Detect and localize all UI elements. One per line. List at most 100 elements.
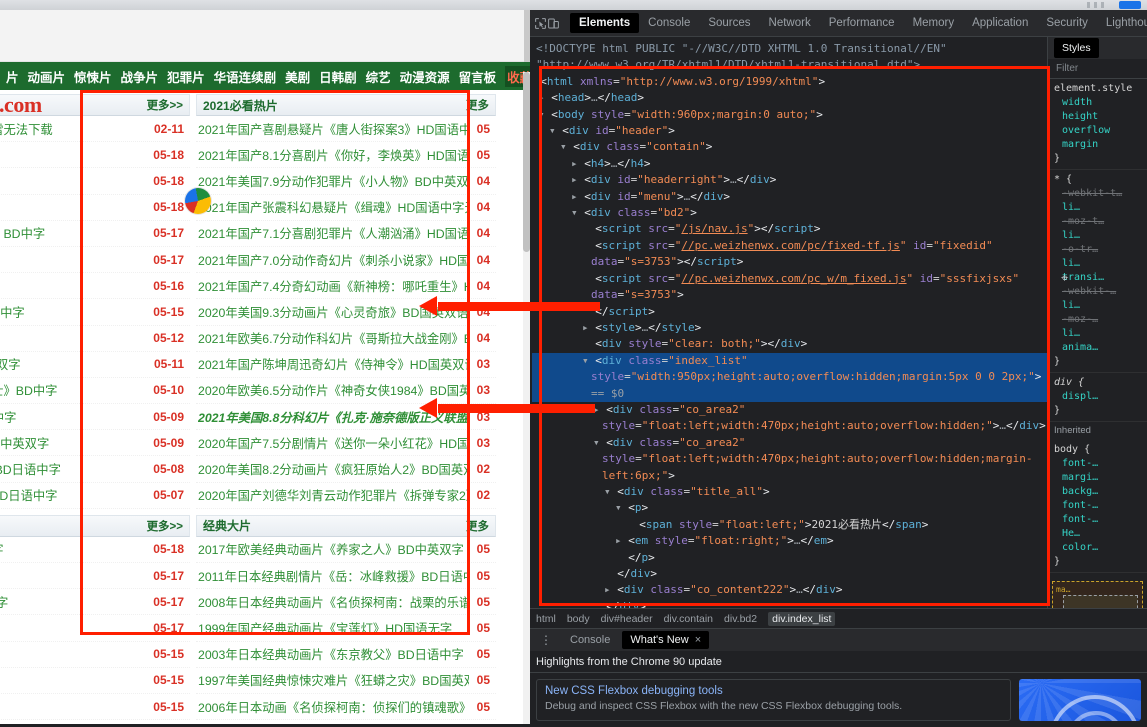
more-options-icon[interactable]: ⋮ [534,633,558,647]
list-item-title[interactable]: 2006年日本动画《名侦探柯南：侦探们的镇魂歌》BD国日粤中字 [198,698,469,716]
dom-node-line[interactable]: ▸ <h4>…</h4> [532,156,1047,172]
dom-node-line[interactable]: ▾ <p> [532,500,1047,516]
list-item[interactable]: D国英双语中字05-15 [0,299,190,325]
list-item[interactable]: 2021年美国7.9分动作犯罪片《小人物》BD中英双字04 [196,168,496,194]
list-item[interactable]: 2020年国产刘德华刘青云动作犯罪片《拆弹专家2》HD国语中字02 [196,483,496,509]
list-item-title[interactable]: 丹麦语中字 [0,540,4,558]
dom-node-line[interactable]: ▸ </script> [532,304,1047,320]
drawer-tab-what-s-new[interactable]: What's New× [622,631,709,649]
whats-new-card[interactable]: New CSS Flexbox debugging tools Debug an… [536,679,1011,721]
list-item-title[interactable]: 2021年国产8.1分喜剧片《你好，李焕英》HD国语中英双字 [198,146,469,164]
list-item-title[interactable]: 2020年欧美6.5分动作片《神奇女侠1984》BD国英双语中英双字 [198,381,469,399]
list-item-title[interactable]: 2017年欧美经典动画片《养家之人》BD中英双字 [198,540,464,558]
dom-node-line[interactable]: ▸ <span style="float:left;">2021必看热片</sp… [532,517,1047,533]
style-property[interactable]: width [1054,96,1143,110]
devtools-tab-sources[interactable]: Sources [699,13,759,33]
style-rule[interactable]: * {-webkit-t…li…-moz-t…li…-o-tr…li…trans… [1048,170,1147,373]
list-item-title[interactable]: 2021年国产7.0分动作奇幻片《刺杀小说家》HD国语中字 [198,251,469,269]
list-item[interactable]: 丹麦语中字05-18 [0,537,190,563]
list-item-title[interactable]: 2020年国产7.5分剧情片《送你一朵小红花》HD国语中字 [198,434,469,452]
list-item-title[interactable]: D国粤双语中英双字 [0,434,49,452]
breadcrumb-item-body[interactable]: body [567,613,590,625]
list-item[interactable]: 1997年美国经典惊悚灾难片《狂蟒之灾》BD国英双语中英双字05 [196,668,496,694]
list-item[interactable]: D国粤双语中英双字05-09 [0,430,190,456]
devtools-tab-elements[interactable]: Elements [570,13,639,33]
list-item-title[interactable]: 珠山篇》BD日语中字 [0,486,57,504]
list-item[interactable]: 中字05-16 [0,273,190,299]
style-property[interactable]: -webkit-… [1054,285,1143,299]
list-item[interactable]: 2017年欧美经典动画片《养家之人》BD中英双字05 [196,537,496,563]
style-property[interactable]: displ… [1054,390,1143,404]
list-item[interactable]: 2021年欧美6.7分动作科幻片《哥斯拉大战金刚》BD中英双字04 [196,326,496,352]
list-item-title[interactable]: · HD国语中字 [0,408,16,426]
style-property[interactable]: color… [1054,541,1143,555]
devtools-tab-strip[interactable]: ElementsConsoleSourcesNetworkPerformance… [570,13,1147,33]
style-property[interactable]: overflow [1054,124,1143,138]
close-icon[interactable]: × [695,634,701,646]
dom-node-line[interactable]: ▾ <div id="header"> [532,123,1047,139]
dom-node-line[interactable]: ▸ <div style="clear: both;"></div> [532,336,1047,352]
styles-rule-list[interactable]: element.stylewidthheightoverflowmargin}*… [1048,79,1147,422]
styles-filter-input[interactable]: Filter [1048,59,1147,79]
list-item-title[interactable]: 2020年国产刘德华刘青云动作犯罪片《拆弹专家2》HD国语中字 [198,486,469,504]
devtools-panel[interactable]: ElementsConsoleSourcesNetworkPerformance… [530,10,1147,724]
dom-node-line[interactable]: ▾ <div class="co_area2" style="float:lef… [532,435,1047,484]
dom-node-line[interactable]: ▸ <em style="float:right;">…</em> [532,533,1047,549]
list-item[interactable]: 字05-17 [0,247,190,273]
list-item-title[interactable]: 2003年日本经典动画片《东京教父》BD日语中字 [198,645,464,663]
dom-node-line[interactable]: ▾ <div class="bd2"> [532,205,1047,221]
nav-item-10[interactable]: 留言板 [459,67,497,86]
nav-item-5[interactable]: 华语连续剧 [214,67,277,86]
style-property[interactable]: li… [1054,201,1143,215]
list-item-title[interactable]: 的四位勇士》BD中字 [0,381,57,399]
style-property[interactable]: margin [1054,138,1143,152]
list-item[interactable]: BD中英双字05-17 [0,589,190,615]
dom-node-line[interactable]: ▸ <div class="co_area2" style="float:lef… [532,402,1047,435]
page-scrollbar-thumb[interactable] [523,72,530,252]
dom-node-line[interactable]: ▸ <html xmlns="http://www.w3.org/1999/xh… [532,74,1047,90]
nav-item-2[interactable]: 惊悚片 [74,67,112,86]
devtools-tab-console[interactable]: Console [639,13,699,33]
list-item[interactable]: 05-17 [0,615,190,641]
breadcrumb-item-div-contain[interactable]: div.contain [664,613,713,625]
devtools-tab-security[interactable]: Security [1037,13,1097,33]
dom-node-line[interactable]: ▸ <div id="headerright">…</div> [532,172,1047,188]
list-item[interactable]: 2021年美国8.8分科幻片《扎克·施奈德版正义联盟》BD中英双字03 [196,404,496,430]
list-item-title[interactable]: 底解决迅雷无法下载 [0,120,53,138]
list-item[interactable]: 2020年美国8.2分动画片《疯狂原始人2》BD国英双语中英双字02 [196,456,496,482]
style-property[interactable]: -moz-… [1054,313,1143,327]
list-item[interactable]: 2020年国产7.5分剧情片《送你一朵小红花》HD国语中字03 [196,430,496,456]
style-property[interactable]: anima… [1054,341,1143,355]
list-item[interactable]: · HD国语中字05-09 [0,404,190,430]
dom-node-line[interactable]: ▸ <script src="//pc.weizhenwx.com/pc_w/m… [532,271,1047,304]
list-item-title[interactable]: BD中英双字 [0,593,8,611]
list-item-title[interactable]: 2021年国产喜剧悬疑片《唐人街探案3》HD国语中英双字 [198,120,469,138]
more-link[interactable]: 更多 [466,518,489,534]
style-property[interactable]: margi… [1054,471,1143,485]
list-item[interactable]: 底解决迅雷无法下载02-11 [0,116,190,142]
style-property[interactable]: height [1054,110,1143,124]
list-item-title[interactable]: 屋敷篇》 BD日语中字 [0,460,61,478]
list-item[interactable]: 字05-18 [0,195,190,221]
list-item[interactable]: 2021年国产陈坤周迅奇幻片《侍神令》HD国英双语中字03 [196,352,496,378]
dom-node-list[interactable]: ▸ <html xmlns="http://www.w3.org/1999/xh… [532,74,1047,608]
dom-node-line[interactable]: ▸ </p> [532,550,1047,566]
list-item-title[interactable]: 2020年美国9.3分动画片《心灵奇旅》BD国英双语特效中英双字 [198,303,469,321]
list-item[interactable]: 2020年欧美6.5分动作片《神奇女侠1984》BD国英双语中英双字03 [196,378,496,404]
inspect-element-icon[interactable] [534,13,547,34]
nav-item-0[interactable]: 片 [6,67,19,86]
nav-item-8[interactable]: 综艺 [366,67,391,86]
list-item-title[interactable]: 2021年美国7.9分动作犯罪片《小人物》BD中英双字 [198,172,469,190]
breadcrumb-item-div-index_list[interactable]: div.index_list [768,612,835,626]
style-property[interactable]: li… [1054,257,1143,271]
list-item[interactable]: 2021年国产7.0分动作奇幻片《刺杀小说家》HD国语中字04 [196,247,496,273]
device-toolbar-icon[interactable] [547,13,560,34]
dom-node-line[interactable]: ▾ <div class="contain"> [532,139,1047,155]
devtools-toolbar[interactable]: ElementsConsoleSourcesNetworkPerformance… [530,10,1147,37]
list-item-title[interactable]: 2011年日本经典剧情片《岳：冰峰救援》BD日语中字 [198,567,469,585]
dom-node-line[interactable]: ▸ <script src="//pc.weizhenwx.com/pc/fix… [532,238,1047,271]
page-scrollbar[interactable] [523,72,530,724]
drawer-tab-strip[interactable]: ⋮ ConsoleWhat's New× [530,629,1147,651]
style-property[interactable]: li… [1054,229,1143,243]
style-property[interactable]: He… [1054,527,1143,541]
